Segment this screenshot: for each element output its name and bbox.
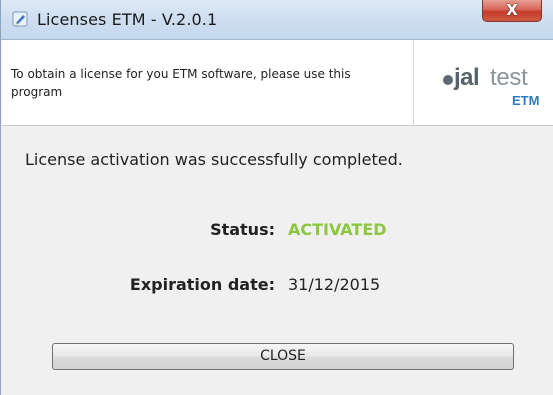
status-label: Status: [210,220,275,239]
logo-jal-text: jal [454,64,480,91]
logo-test-text: test [490,64,528,91]
window-title: Licenses ETM - V.2.0.1 [37,10,218,29]
title-bar[interactable]: Licenses ETM - V.2.0.1 X [1,0,553,40]
license-app-icon [12,11,28,27]
expiration-date-value: 31/12/2015 [288,275,381,294]
license-dialog-window: Licenses ETM - V.2.0.1 X To obtain a lic… [0,0,553,395]
expiration-date-label: Expiration date: [129,275,275,294]
logo-etm-text: ETM [512,93,540,108]
window-close-button[interactable]: X [482,0,542,22]
header-divider [413,40,414,126]
header-instruction: To obtain a license for you ETM software… [11,67,351,99]
activation-message: License activation was successfully comp… [25,150,403,169]
logo-dot-icon [443,75,453,85]
status-value: ACTIVATED [288,220,387,239]
close-button[interactable]: CLOSE [52,343,514,370]
jaltest-etm-logo: jal test ETM [442,62,542,110]
header-panel: To obtain a license for you ETM software… [2,40,553,126]
